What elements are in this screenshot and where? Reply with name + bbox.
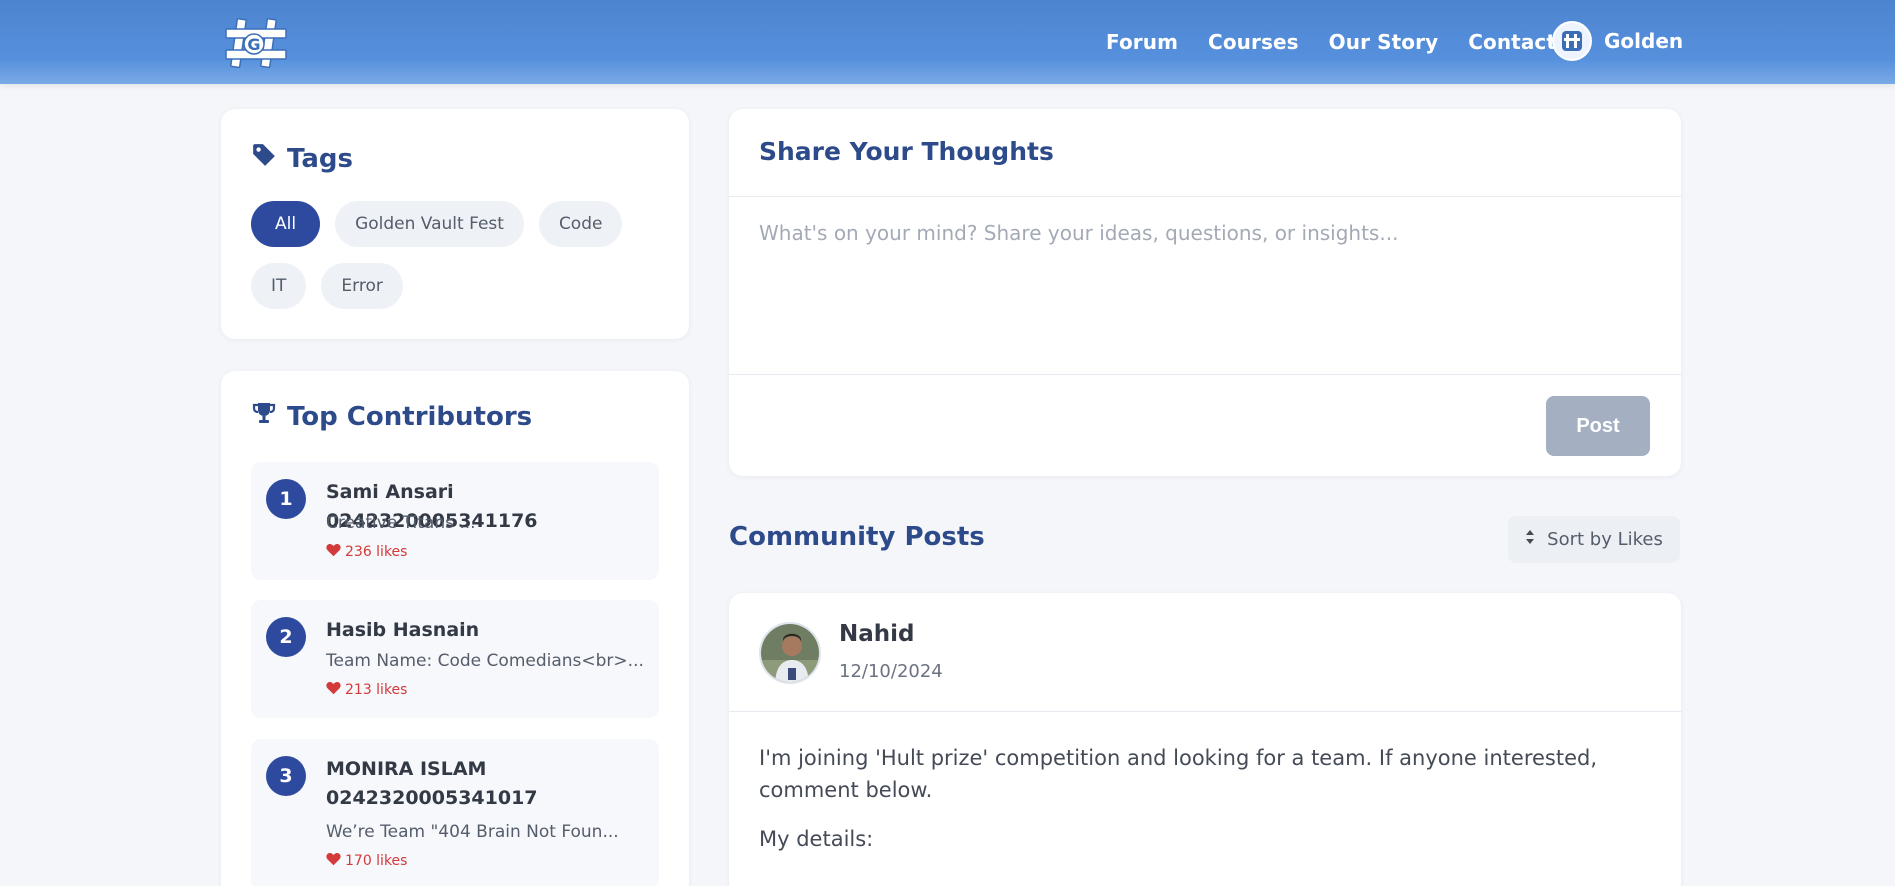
heart-icon	[326, 543, 345, 561]
contributor-item[interactable]: 1 Sami Ansari 0242320005341176 Creative …	[251, 462, 659, 580]
post-button[interactable]: Post	[1546, 396, 1650, 456]
trophy-icon	[251, 401, 287, 432]
share-thoughts-card: Share Your Thoughts Post	[729, 109, 1681, 476]
author-avatar[interactable]	[759, 622, 821, 684]
contributor-name: MONIRA ISLAM 0242320005341017	[326, 758, 538, 809]
main-nav: Forum Courses Our Story Contact	[1106, 0, 1586, 84]
tags-title: Tags	[287, 143, 354, 174]
user-menu[interactable]: Golden	[1552, 21, 1683, 61]
user-name: Golden	[1604, 29, 1684, 53]
top-navbar: G Forum Courses Our Story Contact Golden	[0, 0, 1895, 84]
top-contributors-card: Top Contributors 1 Sami Ansari 024232000…	[221, 371, 689, 886]
tag-it[interactable]: IT	[251, 263, 307, 309]
divider	[729, 374, 1681, 375]
tag-list: All Golden Vault Fest Code IT Error	[251, 201, 671, 325]
svg-text:G: G	[247, 35, 260, 54]
tag-all[interactable]: All	[251, 201, 321, 247]
site-logo[interactable]: G	[224, 17, 288, 69]
contributor-likes: 236 likes	[326, 543, 407, 561]
divider	[729, 196, 1681, 197]
sort-label: Sort by Likes	[1547, 529, 1663, 550]
post-author[interactable]: Nahid	[839, 621, 915, 647]
contributor-name: Hasib Hasnain	[326, 619, 480, 641]
nav-our-story-link[interactable]: Our Story	[1329, 30, 1439, 54]
tags-heading: Tags	[251, 142, 353, 175]
heart-icon	[326, 852, 345, 870]
tag-icon	[251, 142, 287, 175]
contributor-team: We’re Team "404 Brain Not Foun...	[326, 822, 619, 842]
share-title: Share Your Thoughts	[759, 137, 1054, 166]
community-posts-heading: Community Posts	[729, 522, 985, 552]
rank-badge: 2	[266, 617, 306, 657]
contributor-likes: 213 likes	[326, 681, 407, 699]
user-avatar	[1552, 21, 1592, 61]
tag-code[interactable]: Code	[538, 201, 623, 247]
contributor-team: Creative Titans ...	[326, 513, 476, 533]
post-date: 12/10/2024	[839, 661, 943, 682]
contributor-likes: 170 likes	[326, 852, 407, 870]
post-body: I'm joining 'Hult prize' competition and…	[759, 746, 1598, 802]
rank-badge: 3	[266, 756, 306, 796]
contributors-title: Top Contributors	[287, 401, 533, 432]
post-textarea[interactable]	[759, 221, 1651, 351]
nav-forum-link[interactable]: Forum	[1106, 30, 1178, 54]
sort-icon	[1525, 529, 1547, 550]
tag-golden-vault-fest[interactable]: Golden Vault Fest	[335, 201, 524, 247]
post-details: My details:	[759, 827, 874, 851]
nav-contact-link[interactable]: Contact	[1468, 30, 1556, 54]
nav-courses-link[interactable]: Courses	[1208, 30, 1299, 54]
contributor-item[interactable]: 3 MONIRA ISLAM 0242320005341017 We’re Te…	[251, 739, 659, 886]
contributor-item[interactable]: 2 Hasib Hasnain Team Name: Code Comedian…	[251, 600, 659, 718]
heart-icon	[326, 681, 345, 699]
rank-badge: 1	[266, 479, 306, 519]
tags-card: Tags All Golden Vault Fest Code IT Error	[221, 109, 689, 339]
sort-by-likes-button[interactable]: Sort by Likes	[1508, 516, 1680, 563]
contributors-heading: Top Contributors	[251, 401, 532, 432]
divider	[729, 711, 1681, 712]
tag-error[interactable]: Error	[321, 263, 403, 309]
contributor-team: Team Name: Code Comedians<br>...	[326, 651, 644, 671]
post-card: Nahid 12/10/2024 I'm joining 'Hult prize…	[729, 593, 1681, 886]
